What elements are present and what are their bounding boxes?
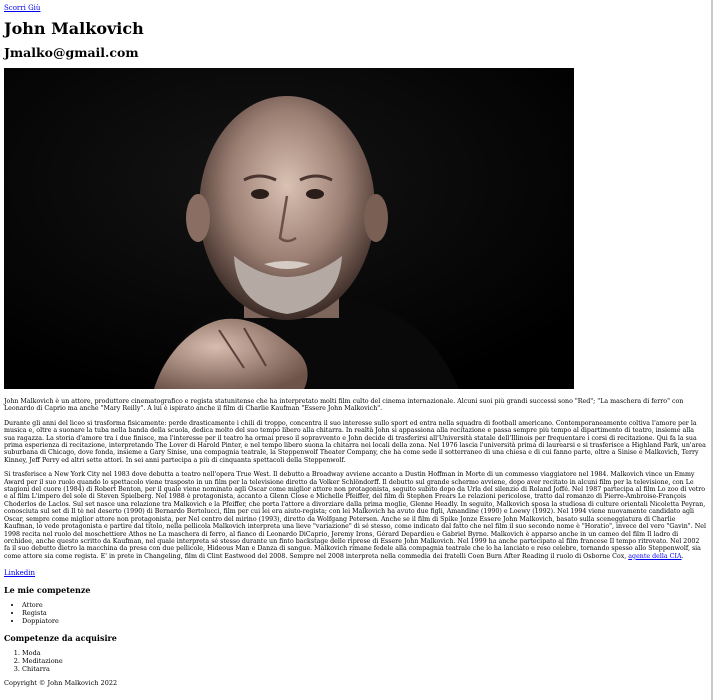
list-item: Doppiatore xyxy=(22,617,707,625)
scroll-down-link[interactable]: Scorri Giù xyxy=(4,4,40,12)
bio-paragraph-2: Durante gli anni del liceo si trasforma … xyxy=(4,419,706,464)
bio-paragraph-3-text: Si trasferisce a New York City nel 1983 … xyxy=(4,471,706,560)
skills-to-learn-heading: Competenze da acquisire xyxy=(4,633,117,644)
skills-to-learn-list: Moda Meditazione Chitarra xyxy=(4,649,707,673)
skills-heading: Le mie competenze xyxy=(4,585,91,596)
skills-list: Attore Regista Doppiatore xyxy=(4,601,707,625)
bio-paragraph-3-end: . xyxy=(681,552,684,560)
page-title: John Malkovich xyxy=(4,19,144,38)
copyright-footer: Copyright © John Malkovich 2022 xyxy=(4,679,118,688)
portrait-photo xyxy=(4,68,574,389)
bio-paragraph-3: Si trasferisce a New York City nel 1983 … xyxy=(4,471,707,560)
list-item: Attore xyxy=(22,601,707,609)
linkedin-link[interactable]: Linkedin xyxy=(4,569,707,577)
list-item: Regista xyxy=(22,609,707,617)
list-item: Meditazione xyxy=(22,657,707,665)
bio-paragraph-1: John Malkovich è un attore, produttore c… xyxy=(4,398,684,413)
cia-agent-link[interactable]: agente della CIA xyxy=(628,553,681,560)
email-heading: Jmalko@gmail.com xyxy=(4,45,139,60)
list-item: Moda xyxy=(22,649,707,657)
page: Scorri Giù John Malkovich Jmalko@gmail.c… xyxy=(0,0,711,687)
list-item: Chitarra xyxy=(22,665,707,673)
top-nav: Scorri Giù xyxy=(4,4,707,12)
